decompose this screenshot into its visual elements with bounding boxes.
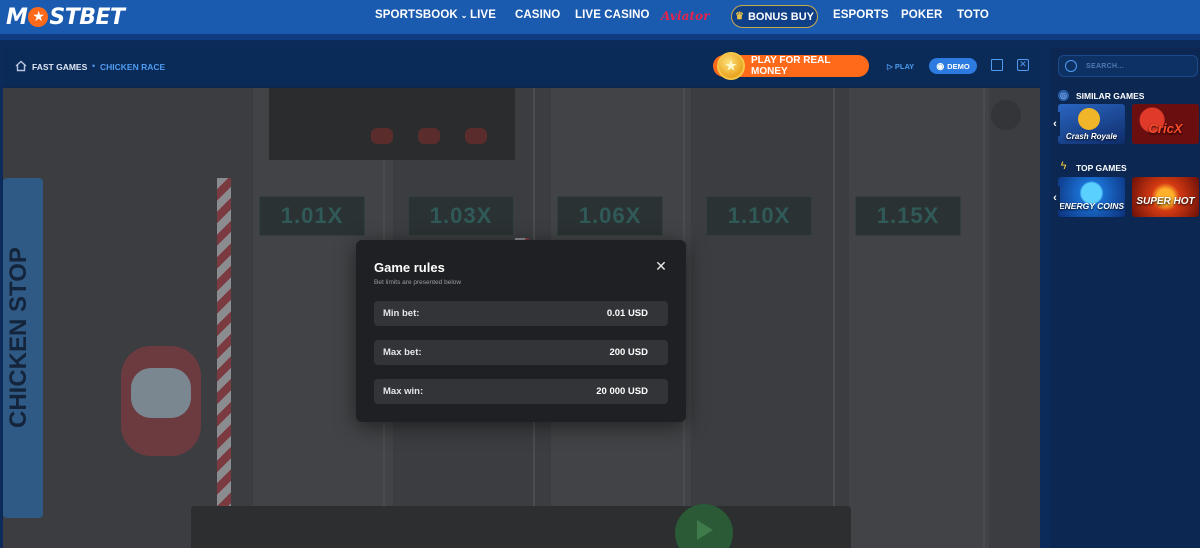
logo-star-icon: ★ bbox=[28, 7, 49, 27]
rule-row-max-win: Max win: 20 000 USD bbox=[374, 379, 668, 404]
traffic-light bbox=[465, 128, 487, 144]
game-thumb-label: ENERGY COINS bbox=[1058, 201, 1125, 211]
similar-games-icon: ◎ bbox=[1058, 90, 1069, 101]
play-mode-button[interactable]: ▷ PLAY bbox=[887, 62, 914, 71]
nav-live-casino[interactable]: LIVE CASINO bbox=[575, 9, 650, 21]
crown-icon: ♛ bbox=[735, 11, 744, 22]
nav-toto[interactable]: TOTO bbox=[957, 9, 989, 21]
traffic-light bbox=[371, 128, 393, 144]
nav-sportsbook[interactable]: SPORTSBOOK ⌄ bbox=[375, 9, 468, 21]
bet-control-bar bbox=[191, 506, 851, 548]
game-thumb-label: Crash Royale bbox=[1065, 132, 1118, 141]
game-toolbar: FAST GAMES • CHICKEN RACE ★ PLAY FOR REA… bbox=[3, 48, 1040, 86]
real-money-label: PLAY FOR REAL MONEY bbox=[751, 55, 831, 77]
game-thumb-label: SUPER HOT bbox=[1136, 196, 1195, 207]
nav-esports[interactable]: ESPORTS bbox=[833, 9, 889, 21]
multiplier-box: 1.03X bbox=[408, 196, 514, 236]
close-game-icon[interactable]: ✕ bbox=[1017, 59, 1029, 71]
rule-value: 200 USD bbox=[609, 347, 648, 358]
top-games-title: TOP GAMES bbox=[1076, 163, 1127, 173]
top-navbar: M ★ STBET SPORTSBOOK ⌄ LIVE CASINO LIVE CAS… bbox=[0, 0, 1200, 34]
lane bbox=[849, 88, 989, 548]
right-sidebar: SEARCH... ◎ SIMILAR GAMES ! Crash Royale… bbox=[1050, 48, 1200, 548]
modal-subtitle: Bet limits are presented below bbox=[374, 279, 462, 286]
play-label: PLAY bbox=[894, 62, 915, 71]
chevron-down-icon: ⌄ bbox=[460, 11, 468, 20]
traffic-light bbox=[418, 128, 440, 144]
play-icon: ▷ bbox=[887, 62, 893, 71]
navbar-underline bbox=[0, 34, 1200, 40]
multiplier-box: 1.06X bbox=[557, 196, 663, 236]
close-icon[interactable]: ✕ bbox=[654, 259, 668, 273]
play-for-real-money-button[interactable]: ★ PLAY FOR REAL MONEY bbox=[713, 52, 869, 80]
multiplier-box: 1.10X bbox=[706, 196, 812, 236]
demo-mode-button[interactable]: ◉ DEMO bbox=[929, 58, 977, 74]
rule-row-max-bet: Max bet: 200 USD bbox=[374, 340, 668, 365]
breadcrumb-fast-games[interactable]: FAST GAMES bbox=[32, 62, 87, 72]
rule-value: 20 000 USD bbox=[596, 386, 648, 397]
lane-divider bbox=[833, 88, 835, 548]
mostbet-logo[interactable]: M ★ STBET bbox=[6, 4, 125, 30]
chicken-stop-sign-text: CHICKEN STOP bbox=[5, 247, 32, 429]
similar-games-title: SIMILAR GAMES bbox=[1076, 91, 1145, 101]
star-coin-icon: ★ bbox=[717, 52, 745, 80]
nav-poker[interactable]: POKER bbox=[901, 9, 942, 21]
carousel-prev-top[interactable]: ‹ bbox=[1050, 186, 1060, 210]
modal-title: Game rules bbox=[374, 260, 445, 275]
lane-divider bbox=[983, 88, 985, 548]
game-rules-modal: Game rules Bet limits are presented belo… bbox=[356, 240, 686, 422]
logo-text-left: M bbox=[6, 4, 28, 30]
demo-label: DEMO bbox=[947, 61, 970, 71]
nav-live[interactable]: LIVE bbox=[470, 9, 496, 21]
search-icon bbox=[1065, 60, 1077, 72]
nav-bonus-buy[interactable]: ♛ BONUS BUY bbox=[731, 5, 818, 28]
multiplier-box: 1.15X bbox=[855, 196, 961, 236]
gate-structure bbox=[269, 88, 515, 160]
play-triangle-icon bbox=[697, 520, 713, 540]
eye-icon: ◉ bbox=[936, 60, 945, 71]
rule-row-min-bet: Min bet: 0.01 USD bbox=[374, 301, 668, 326]
chicken-car-window bbox=[131, 368, 191, 418]
lightning-icon: ϟ bbox=[1060, 160, 1067, 172]
home-icon[interactable] bbox=[15, 60, 27, 72]
carousel-prev-similar[interactable]: ‹ bbox=[1050, 112, 1060, 136]
rule-label: Min bet: bbox=[383, 308, 420, 319]
fullscreen-icon[interactable] bbox=[991, 59, 1003, 71]
bonus-buy-label: BONUS BUY bbox=[747, 10, 814, 23]
rule-value: 0.01 USD bbox=[606, 308, 648, 319]
trophy-icon bbox=[1078, 108, 1100, 130]
breadcrumb-separator: • bbox=[92, 61, 96, 71]
game-thumb-cricx[interactable]: CricX bbox=[1132, 104, 1199, 144]
game-thumb-energy-coins[interactable]: ENERGY COINS bbox=[1058, 177, 1125, 217]
game-thumb-super-hot[interactable]: SUPER HOT bbox=[1132, 177, 1199, 217]
search-placeholder: SEARCH... bbox=[1086, 63, 1125, 70]
breadcrumb-chicken-race[interactable]: CHICKEN RACE bbox=[100, 62, 165, 72]
rule-label: Max bet: bbox=[383, 347, 422, 358]
nav-sportsbook-label: SPORTSBOOK bbox=[375, 9, 458, 21]
striped-pole bbox=[217, 178, 231, 548]
game-menu-button bbox=[991, 100, 1021, 130]
logo-text-right: STBET bbox=[49, 4, 125, 30]
game-thumb-label: CricX bbox=[1148, 121, 1183, 136]
game-thumb-crash-royale[interactable]: Crash Royale bbox=[1058, 104, 1125, 144]
nav-aviator[interactable]: Aviator bbox=[661, 9, 710, 23]
nav-casino[interactable]: CASINO bbox=[515, 9, 560, 21]
multiplier-box: 1.01X bbox=[259, 196, 365, 236]
rule-label: Max win: bbox=[383, 386, 424, 397]
search-input[interactable]: SEARCH... bbox=[1058, 55, 1198, 77]
